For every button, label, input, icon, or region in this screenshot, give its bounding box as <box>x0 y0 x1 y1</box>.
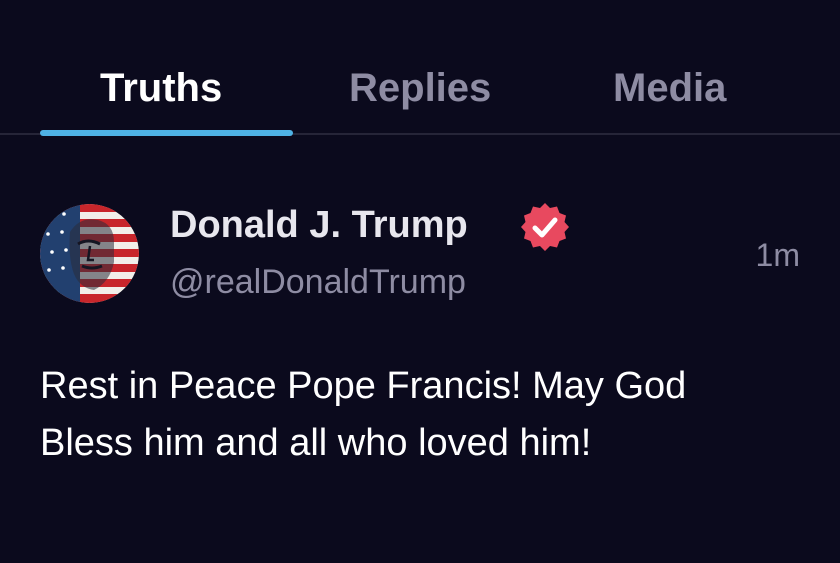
author-handle[interactable]: @realDonaldTrump <box>170 259 466 305</box>
post-body-text: Rest in Peace Pope Francis! May God Bles… <box>40 365 687 464</box>
post-card[interactable]: Donald J. Trump @realDonaldTrump 1m Rest… <box>0 136 840 563</box>
author-display-name[interactable]: Donald J. Trump <box>170 200 468 250</box>
verified-badge-icon <box>519 201 571 253</box>
tab-replies[interactable]: Replies <box>349 60 491 116</box>
post-timestamp[interactable]: 1m <box>756 233 800 277</box>
tab-media[interactable]: Media <box>613 60 726 116</box>
avatar[interactable] <box>40 204 139 303</box>
american-flag-portrait-avatar-icon <box>40 204 139 303</box>
tab-truths[interactable]: Truths <box>100 60 222 116</box>
profile-tabs: Truths Replies Media <box>0 0 840 136</box>
